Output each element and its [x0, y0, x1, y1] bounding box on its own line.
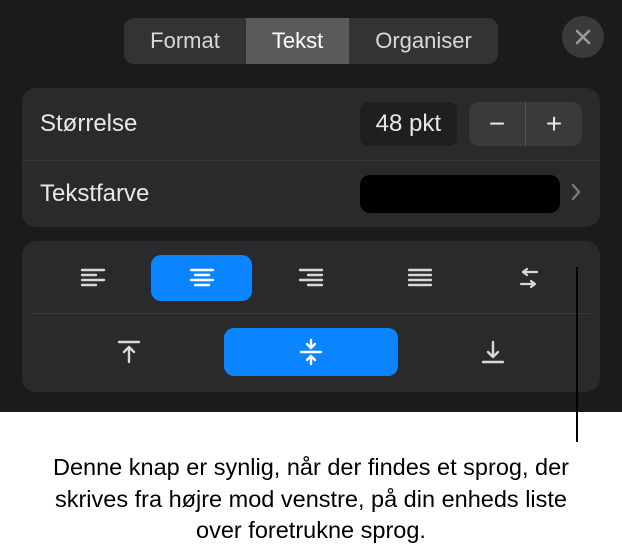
color-label: Tekstfarve [40, 180, 360, 208]
align-left-button[interactable] [42, 255, 143, 301]
close-button[interactable] [562, 16, 604, 58]
size-stepper: − + [469, 102, 582, 146]
vertical-align-row [32, 314, 590, 378]
align-justify-button[interactable] [370, 255, 471, 301]
close-icon [575, 29, 591, 45]
size-decrement[interactable]: − [469, 102, 525, 146]
chevron-right-icon [570, 183, 582, 206]
callout-area: Denne knap er synlig, når der findes et … [0, 412, 622, 547]
valign-top-icon [114, 337, 144, 367]
tab-text[interactable]: Tekst [246, 18, 349, 64]
color-swatch [360, 175, 560, 213]
align-right-button[interactable] [260, 255, 361, 301]
tab-group: Format Tekst Organiser [124, 18, 498, 64]
valign-bottom-button[interactable] [406, 328, 580, 376]
align-left-icon [79, 264, 107, 292]
valign-bottom-icon [478, 337, 508, 367]
align-justify-icon [406, 264, 434, 292]
size-increment[interactable]: + [526, 102, 582, 146]
horizontal-align-row [32, 255, 590, 314]
size-label: Størrelse [40, 110, 360, 138]
valign-top-button[interactable] [42, 328, 216, 376]
text-direction-icon [515, 264, 543, 292]
color-row[interactable]: Tekstfarve [22, 161, 600, 227]
tab-organize[interactable]: Organiser [349, 18, 498, 64]
size-row: Størrelse 48 pkt − + [22, 88, 600, 161]
align-center-icon [188, 264, 216, 292]
valign-middle-icon [296, 337, 326, 367]
tab-format[interactable]: Format [124, 18, 246, 64]
align-right-icon [297, 264, 325, 292]
align-center-button[interactable] [151, 255, 252, 301]
alignment-section [22, 241, 600, 392]
callout-text: Denne knap er synlig, når der findes et … [36, 452, 586, 547]
valign-middle-button[interactable] [224, 328, 398, 376]
tab-bar: Format Tekst Organiser [0, 0, 622, 80]
text-direction-button[interactable] [479, 255, 580, 301]
text-settings-section: Størrelse 48 pkt − + Tekstfarve [22, 88, 600, 227]
size-value[interactable]: 48 pkt [360, 102, 457, 146]
callout-leader-line [576, 267, 578, 442]
